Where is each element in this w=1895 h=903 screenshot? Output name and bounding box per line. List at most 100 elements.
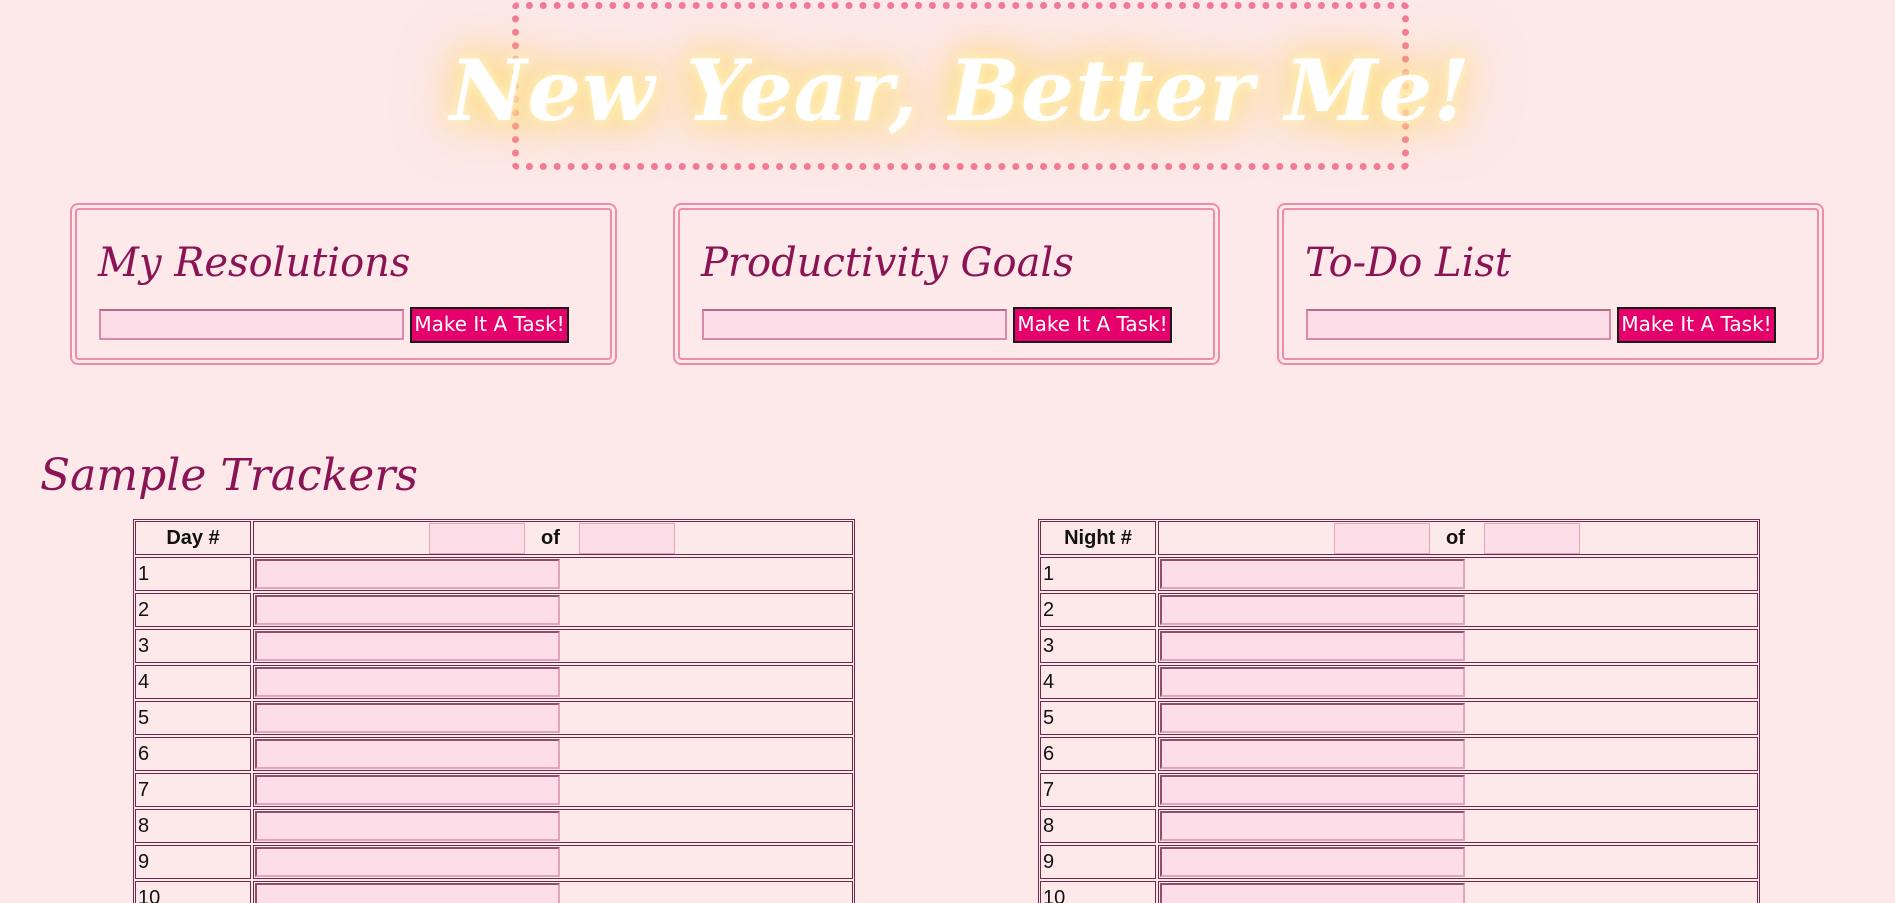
todo-card-inner: To-Do List Make It A Task! (1282, 208, 1819, 360)
day-tracker-row: 4 (135, 665, 853, 699)
day-row-input[interactable] (255, 883, 560, 903)
night-row-number: 4 (1040, 665, 1156, 699)
night-total-input[interactable] (1484, 523, 1580, 554)
night-row-input[interactable] (1160, 739, 1465, 769)
night-row-number: 5 (1040, 701, 1156, 735)
resolutions-title: My Resolutions (98, 240, 411, 286)
day-row-cell (253, 665, 853, 699)
day-tracker-row: 5 (135, 701, 853, 735)
night-tracker-row: 8 (1040, 809, 1758, 843)
night-row-cell (1158, 809, 1758, 843)
day-number-header: Day # (135, 521, 251, 555)
night-tracker-row: 10 (1040, 881, 1758, 903)
day-row-number: 2 (135, 593, 251, 627)
page-title: New Year, Better Me! (449, 40, 1472, 140)
day-row-cell (253, 557, 853, 591)
day-tracker-row: 3 (135, 629, 853, 663)
night-row-input[interactable] (1160, 775, 1465, 805)
day-row-number: 4 (135, 665, 251, 699)
day-row-number: 5 (135, 701, 251, 735)
night-row-number: 2 (1040, 593, 1156, 627)
night-tracker-row: 1 (1040, 557, 1758, 591)
night-row-number: 9 (1040, 845, 1156, 879)
night-row-cell (1158, 773, 1758, 807)
day-tracker-row: 6 (135, 737, 853, 771)
productivity-make-task-button[interactable]: Make It A Task! (1013, 307, 1172, 343)
day-row-cell (253, 737, 853, 771)
night-row-number: 10 (1040, 881, 1156, 903)
day-row-input[interactable] (255, 595, 560, 625)
day-row-number: 8 (135, 809, 251, 843)
day-row-cell (253, 773, 853, 807)
resolutions-input[interactable] (99, 309, 404, 340)
day-row-cell (253, 809, 853, 843)
resolutions-make-task-button[interactable]: Make It A Task! (410, 307, 569, 343)
night-tracker-row: 3 (1040, 629, 1758, 663)
day-row-input[interactable] (255, 559, 560, 589)
night-row-input[interactable] (1160, 811, 1465, 841)
day-row-input[interactable] (255, 739, 560, 769)
night-row-input[interactable] (1160, 703, 1465, 733)
day-tracker-header: Day # of (135, 521, 853, 555)
day-row-number: 3 (135, 629, 251, 663)
night-row-cell (1158, 737, 1758, 771)
night-row-number: 7 (1040, 773, 1156, 807)
day-row-input[interactable] (255, 847, 560, 877)
night-row-cell (1158, 845, 1758, 879)
day-range-cell: of (253, 521, 853, 555)
night-tracker-row: 6 (1040, 737, 1758, 771)
night-row-cell (1158, 557, 1758, 591)
day-row-cell (253, 593, 853, 627)
night-row-input[interactable] (1160, 847, 1465, 877)
night-row-cell (1158, 701, 1758, 735)
day-row-cell (253, 845, 853, 879)
day-current-input[interactable] (429, 523, 525, 554)
night-tracker-row: 9 (1040, 845, 1758, 879)
todo-input[interactable] (1306, 309, 1611, 340)
day-row-cell (253, 881, 853, 903)
night-tracker-row: 5 (1040, 701, 1758, 735)
day-row-number: 9 (135, 845, 251, 879)
night-row-cell (1158, 593, 1758, 627)
day-row-input[interactable] (255, 631, 560, 661)
day-tracker: Day # of 1 2 3 4 5 6 7 8 9 10 (133, 519, 855, 903)
night-tracker-row: 4 (1040, 665, 1758, 699)
night-current-input[interactable] (1334, 523, 1430, 554)
day-row-number: 7 (135, 773, 251, 807)
day-row-input[interactable] (255, 667, 560, 697)
night-row-input[interactable] (1160, 559, 1465, 589)
day-row-number: 1 (135, 557, 251, 591)
night-row-cell (1158, 629, 1758, 663)
night-row-input[interactable] (1160, 631, 1465, 661)
day-total-input[interactable] (579, 523, 675, 554)
night-tracker-header: Night # of (1040, 521, 1758, 555)
productivity-input[interactable] (702, 309, 1007, 340)
night-row-number: 6 (1040, 737, 1156, 771)
night-row-number: 8 (1040, 809, 1156, 843)
day-row-input[interactable] (255, 775, 560, 805)
resolutions-card: My Resolutions Make It A Task! (70, 203, 617, 365)
day-tracker-row: 2 (135, 593, 853, 627)
night-row-input[interactable] (1160, 667, 1465, 697)
day-tracker-row: 8 (135, 809, 853, 843)
productivity-card-inner: Productivity Goals Make It A Task! (678, 208, 1215, 360)
night-range-cell: of (1158, 521, 1758, 555)
night-of-label: of (1446, 527, 1465, 549)
productivity-title: Productivity Goals (701, 240, 1074, 286)
night-row-cell (1158, 665, 1758, 699)
night-row-cell (1158, 881, 1758, 903)
night-row-number: 1 (1040, 557, 1156, 591)
day-row-cell (253, 701, 853, 735)
todo-make-task-button[interactable]: Make It A Task! (1617, 307, 1776, 343)
night-row-number: 3 (1040, 629, 1156, 663)
todo-card: To-Do List Make It A Task! (1277, 203, 1824, 365)
day-row-input[interactable] (255, 703, 560, 733)
resolutions-card-inner: My Resolutions Make It A Task! (75, 208, 612, 360)
trackers-section-title: Sample Trackers (40, 450, 418, 501)
productivity-card: Productivity Goals Make It A Task! (673, 203, 1220, 365)
night-tracker: Night # of 1 2 3 4 5 6 7 8 9 10 (1038, 519, 1760, 903)
day-row-input[interactable] (255, 811, 560, 841)
night-row-input[interactable] (1160, 883, 1465, 903)
night-row-input[interactable] (1160, 595, 1465, 625)
day-row-cell (253, 629, 853, 663)
